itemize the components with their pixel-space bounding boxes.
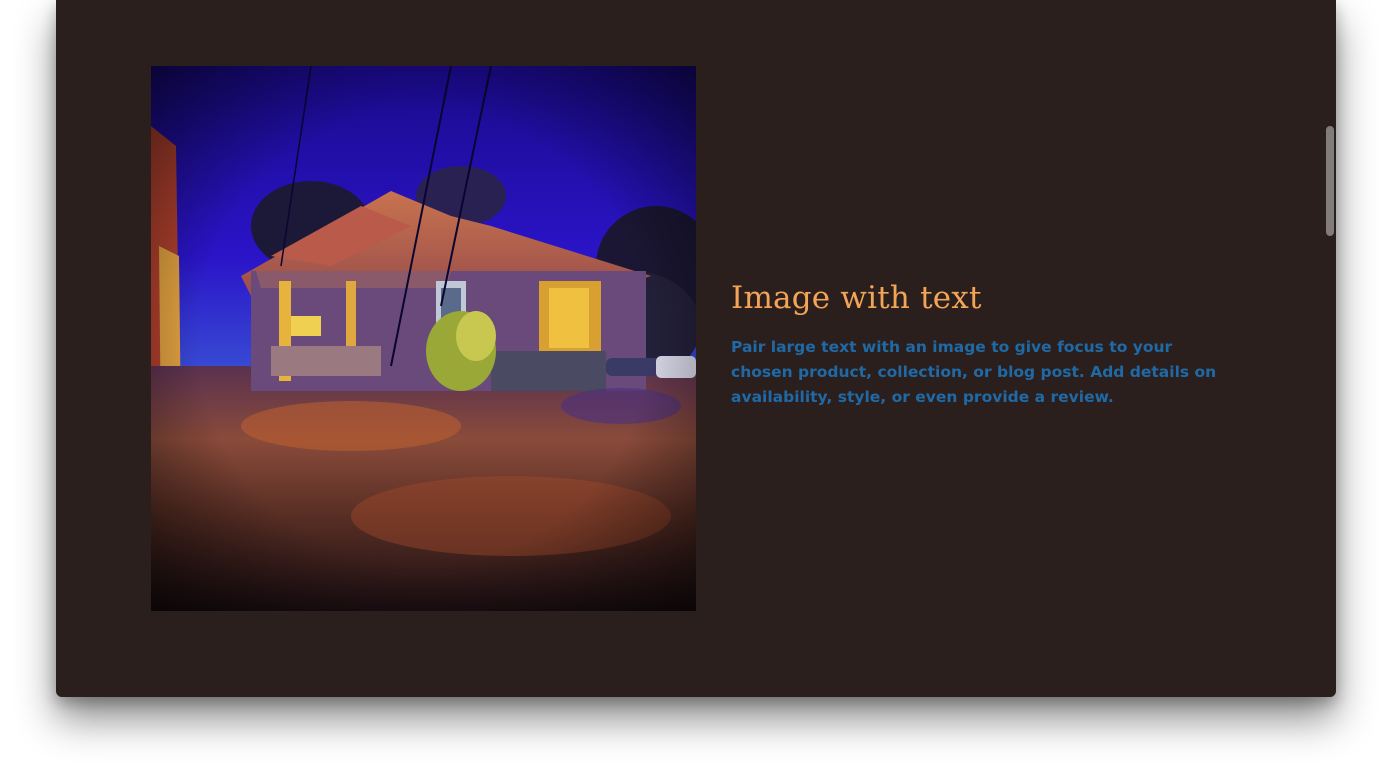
featured-image [151,66,696,611]
house-photo-icon [151,66,696,611]
page-window: Image with text Pair large text with an … [56,0,1336,697]
section-body-text: Pair large text with an image to give fo… [731,338,1217,407]
section-heading: Image with text [731,280,982,316]
image-with-text-content: Image with text Pair large text with an … [731,280,1231,410]
vertical-scrollbar[interactable] [1326,126,1334,236]
